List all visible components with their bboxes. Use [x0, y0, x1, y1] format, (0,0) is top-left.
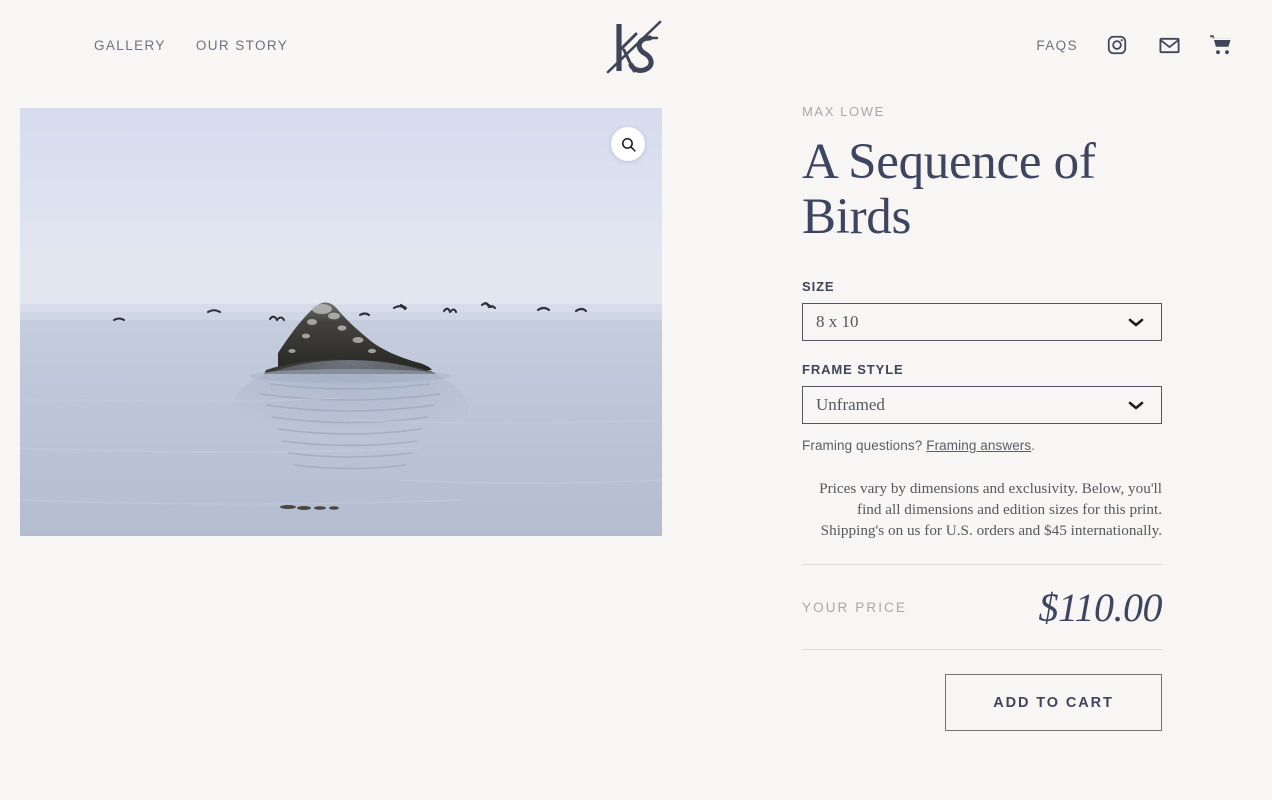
- chevron-down-icon: [1127, 316, 1145, 328]
- product-image-container[interactable]: [20, 108, 662, 536]
- nav-item-our-story[interactable]: OUR STORY: [196, 38, 288, 53]
- nav-item-faqs[interactable]: FAQS: [1036, 38, 1078, 53]
- chevron-down-icon: [1127, 399, 1145, 411]
- divider-below-price: [802, 649, 1162, 651]
- cart-icon[interactable]: [1208, 32, 1234, 58]
- page-title: A Sequence of Birds: [802, 134, 1096, 246]
- artist-name: MAX LOWE: [802, 104, 885, 119]
- framing-note-suffix: .: [1031, 438, 1036, 454]
- size-select-value: 8 x 10: [816, 312, 859, 332]
- product-description: Prices vary by dimensions and exclusivit…: [819, 480, 1162, 540]
- price-label: YOUR PRICE: [802, 599, 908, 615]
- size-label: SIZE: [802, 279, 835, 295]
- site-header: GALLERY OUR STORY FAQS: [0, 0, 1272, 93]
- product-details: MAX LOWE A Sequence of Birds SIZE 8 x 10…: [802, 104, 1162, 732]
- nav-item-gallery[interactable]: GALLERY: [94, 38, 166, 53]
- mail-icon[interactable]: [1156, 32, 1182, 58]
- instagram-icon[interactable]: [1104, 32, 1130, 58]
- framing-note-prefix: Framing questions?: [802, 438, 927, 454]
- frame-style-label: FRAME STYLE: [802, 362, 904, 378]
- primary-navigation: GALLERY OUR STORY: [94, 38, 288, 53]
- framing-answers-link[interactable]: Framing answers: [926, 438, 1031, 453]
- price-row: YOUR PRICE $110.00: [802, 565, 1162, 649]
- frame-style-select-value: Unframed: [816, 395, 885, 415]
- ks-monogram-icon: [606, 20, 662, 74]
- zoom-button[interactable]: [611, 127, 645, 161]
- site-logo[interactable]: [600, 14, 672, 80]
- size-select[interactable]: 8 x 10: [802, 303, 1162, 342]
- cart-row: ADD TO CART: [802, 674, 1162, 732]
- price-value: $110.00: [1038, 584, 1162, 630]
- framing-note: Framing questions? Framing answers.: [802, 438, 1162, 453]
- zoom-icon: [621, 137, 636, 152]
- add-to-cart-button[interactable]: ADD TO CART: [945, 674, 1162, 732]
- frame-style-select[interactable]: Unframed: [802, 386, 1162, 425]
- product-photo: [20, 108, 662, 536]
- utility-navigation: FAQS: [1036, 32, 1234, 58]
